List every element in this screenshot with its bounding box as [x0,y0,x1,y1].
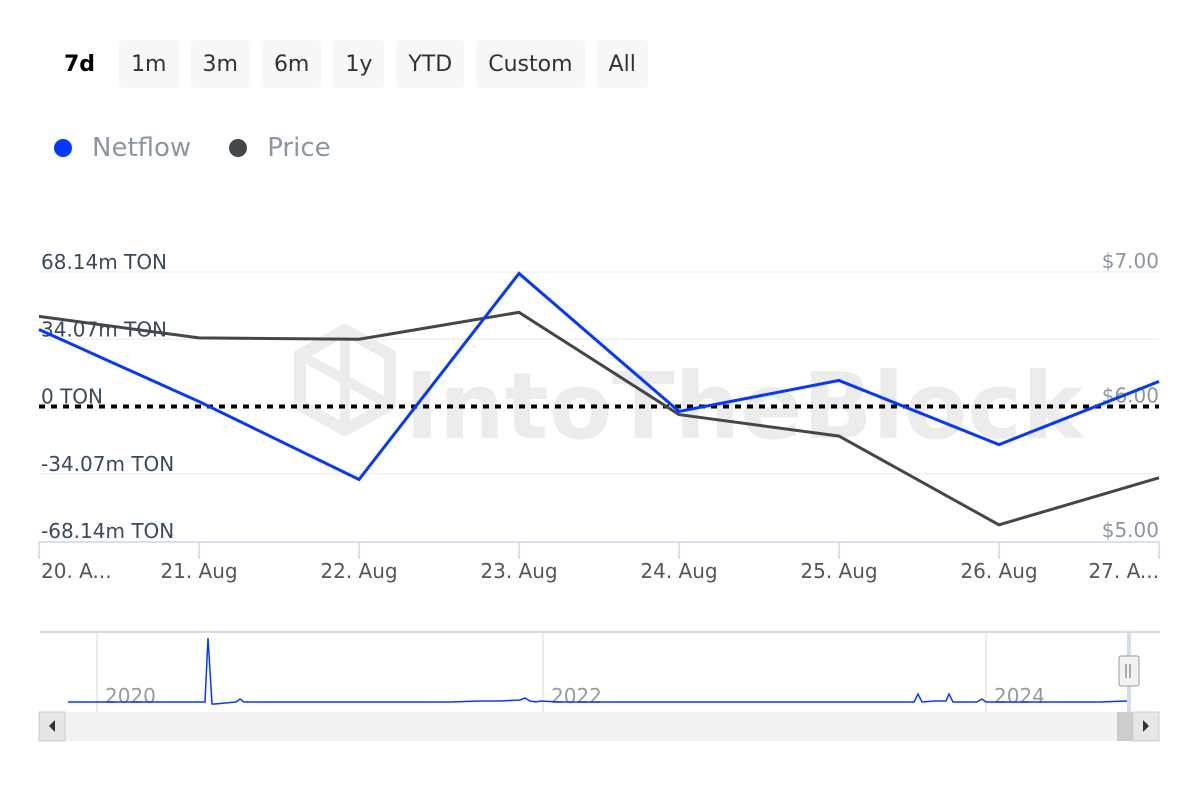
data-point-netflow[interactable] [676,408,682,414]
data-point-netflow[interactable] [516,270,522,276]
data-point-price[interactable] [996,522,1002,528]
right-tick-label: $5.00 [1102,518,1159,542]
navigator[interactable]: 2020 2022 2024 [38,631,1160,742]
left-tick-label: 68.14m TON [41,250,167,274]
data-point-price[interactable] [196,335,202,341]
x-tick-label: 22. Aug [320,559,397,583]
data-point-netflow[interactable] [356,477,362,483]
data-point-netflow[interactable] [996,442,1002,448]
navigator-year-label: 2020 [105,684,156,708]
x-tick-label: 24. Aug [640,559,717,583]
data-point-price[interactable] [36,313,42,319]
right-axis: $7.00 $6.00 $5.00 [1102,249,1159,542]
right-tick-label: $7.00 [1102,249,1159,273]
data-point-price[interactable] [1156,475,1162,481]
watermark-text: IntoTheBlock [405,353,1085,460]
left-axis: 68.14m TON34.07m TON0 TON-34.07m TON-68.… [41,250,174,543]
right-tick-label: $6.00 [1102,384,1159,408]
x-tick-label: 26. Aug [960,559,1037,583]
data-point-price[interactable] [356,336,362,342]
data-point-netflow[interactable] [196,399,202,405]
x-tick-label: 23. Aug [480,559,557,583]
data-point-netflow[interactable] [836,377,842,383]
left-tick-label: -34.07m TON [41,452,174,476]
x-tick-label: 25. Aug [800,559,877,583]
navigator-year-label: 2022 [551,684,602,708]
watermark-logo-icon [294,323,396,437]
x-axis: 20. A... 21. Aug 22. Aug 23. Aug 24. Aug 25. … [38,541,1160,583]
watermark: IntoTheBlock [294,323,1085,460]
navigator-handle[interactable] [1118,655,1140,687]
scrollbar-thumb[interactable] [1117,712,1134,741]
left-tick-label: 0 TON [41,385,103,409]
data-point-price[interactable] [836,433,842,439]
x-tick-label: 27. A... [1088,559,1159,583]
data-point-netflow[interactable] [1156,378,1162,384]
x-tick-label: 20. A... [41,559,112,583]
left-tick-label: -68.14m TON [41,519,174,543]
scrollbar-track[interactable] [39,712,1159,741]
x-tick-label: 21. Aug [160,559,237,583]
chart: IntoTheBlock 68.14m TON34.07m TON0 TON-3… [36,249,1162,742]
data-point-netflow[interactable] [36,327,42,333]
navigator-year-label: 2024 [994,684,1045,708]
data-point-price[interactable] [516,309,522,315]
